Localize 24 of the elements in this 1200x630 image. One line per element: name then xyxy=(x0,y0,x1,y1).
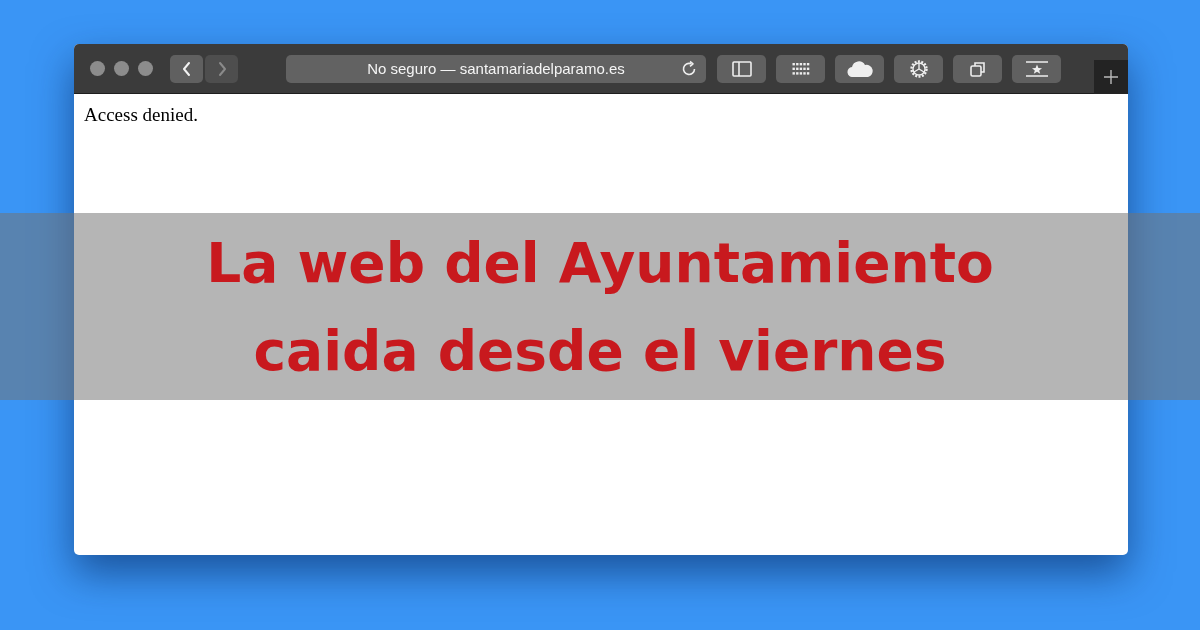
bookmark-star-icon xyxy=(1024,59,1049,78)
new-tab-button[interactable] xyxy=(1094,59,1128,94)
minimize-window-button[interactable] xyxy=(114,61,129,76)
sidebar-icon xyxy=(731,60,752,77)
headline-line: La web del Ayuntamiento xyxy=(206,229,994,297)
close-window-button[interactable] xyxy=(90,61,105,76)
sidebar-button[interactable] xyxy=(717,54,766,83)
plus-icon xyxy=(1103,68,1119,85)
bookmark-button[interactable] xyxy=(1012,54,1061,83)
cloud-icon xyxy=(846,60,873,77)
reload-icon[interactable] xyxy=(680,59,698,78)
settings-icon xyxy=(907,57,930,80)
tabs-icon xyxy=(968,59,987,78)
grid-icon xyxy=(791,61,810,76)
settings-button[interactable] xyxy=(894,54,943,83)
address-bar[interactable]: No seguro — santamariadelparamo.es xyxy=(286,54,706,83)
tabs-button[interactable] xyxy=(953,54,1002,83)
zoom-window-button[interactable] xyxy=(138,61,153,76)
url-text: No seguro — santamariadelparamo.es xyxy=(367,60,625,77)
page-text: Access denied. xyxy=(84,104,198,125)
back-button[interactable] xyxy=(170,54,203,83)
cloud-button[interactable] xyxy=(835,54,884,83)
grid-button[interactable] xyxy=(776,54,825,83)
headline-line: caida desde el viernes xyxy=(253,317,947,385)
